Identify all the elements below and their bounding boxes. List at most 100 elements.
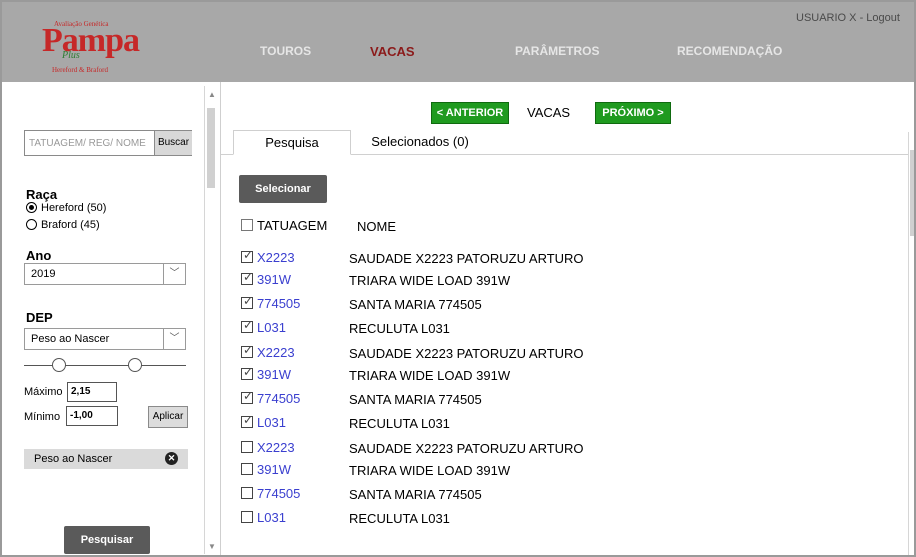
row-name: SANTA MARIA 774505	[349, 392, 482, 407]
row-name: TRIARA WIDE LOAD 391W	[349, 463, 511, 478]
row-checkbox[interactable]	[241, 272, 253, 285]
select-all-checkbox[interactable]	[241, 219, 253, 231]
row-tag-link[interactable]: 391W	[241, 367, 291, 382]
sidebar-scrollbar[interactable]: ▲ ▼	[204, 86, 216, 554]
nav-recomendacao[interactable]: RECOMENDAÇÃO	[677, 44, 782, 58]
row-tag-text[interactable]: X2223	[257, 440, 295, 455]
row-checkbox[interactable]	[241, 415, 253, 428]
row-tag-text[interactable]: 774505	[257, 296, 300, 311]
search-box: Buscar	[24, 130, 192, 156]
row-tag-link[interactable]: L031	[241, 320, 286, 335]
remove-filter-icon[interactable]: ✕	[165, 452, 178, 465]
max-value-input[interactable]: 2,15	[67, 382, 117, 402]
column-header-tatuagem[interactable]: TATUAGEM	[241, 218, 327, 233]
row-tag-link[interactable]: 774505	[241, 486, 300, 501]
app-window: Pampa Avaliação Genética Plus Hereford &…	[0, 0, 916, 557]
dep-title: DEP	[26, 310, 53, 325]
tab-selecionados[interactable]: Selecionados (0)	[355, 130, 485, 155]
apply-button[interactable]: Aplicar	[148, 406, 188, 428]
row-checkbox[interactable]	[241, 391, 253, 404]
dep-range-slider[interactable]	[24, 358, 186, 372]
row-name: SAUDADE X2223 PATORUZU ARTURO	[349, 346, 584, 361]
user-logout-link[interactable]: USUARIO X - Logout	[796, 12, 900, 24]
row-name: RECULUTA L031	[349, 511, 450, 526]
row-name: TRIARA WIDE LOAD 391W	[349, 368, 511, 383]
row-checkbox[interactable]	[241, 441, 253, 453]
chevron-down-icon[interactable]: ﹀	[163, 264, 185, 284]
header-bar: Pampa Avaliação Genética Plus Hereford &…	[2, 2, 914, 82]
radio-selected-icon[interactable]	[26, 202, 37, 213]
row-tag-text[interactable]: L031	[257, 320, 286, 335]
row-tag-link[interactable]: L031	[241, 415, 286, 430]
row-checkbox[interactable]	[241, 367, 253, 380]
table-row: 391W TRIARA WIDE LOAD 391W	[241, 367, 741, 387]
row-tag-link[interactable]: X2223	[241, 250, 295, 265]
table-row: 391W TRIARA WIDE LOAD 391W	[241, 462, 741, 482]
next-button[interactable]: PRÓXIMO >	[595, 102, 671, 124]
row-tag-text[interactable]: 391W	[257, 462, 291, 477]
active-filter-tag: Peso ao Nascer ✕	[24, 449, 188, 469]
min-value-input[interactable]: -1,00	[66, 406, 118, 426]
row-checkbox[interactable]	[241, 320, 253, 333]
logo-top-text: Avaliação Genética	[54, 20, 109, 28]
scroll-up-icon[interactable]: ▲	[208, 90, 216, 99]
radio-hereford[interactable]: Hereford (50)	[26, 202, 106, 214]
slider-max-handle[interactable]	[127, 358, 142, 372]
row-tag-text[interactable]: 391W	[257, 367, 291, 382]
row-tag-text[interactable]: 391W	[257, 272, 291, 287]
nav-vacas[interactable]: VACAS	[370, 44, 415, 59]
row-tag-link[interactable]: X2223	[241, 440, 295, 455]
section-label: VACAS	[527, 105, 571, 120]
row-tag-text[interactable]: 774505	[257, 391, 300, 406]
row-tag-text[interactable]: 774505	[257, 486, 300, 501]
row-checkbox[interactable]	[241, 345, 253, 358]
scrollbar-thumb[interactable]	[207, 108, 215, 188]
row-tag-link[interactable]: 391W	[241, 272, 291, 287]
filter-sidebar: ▲ ▼ Buscar Raça Hereford (50) Braford (4…	[2, 82, 220, 555]
results-scrollbar[interactable]	[908, 132, 914, 555]
row-tag-text[interactable]: X2223	[257, 345, 295, 360]
row-checkbox[interactable]	[241, 487, 253, 499]
row-name: SANTA MARIA 774505	[349, 297, 482, 312]
row-name: SAUDADE X2223 PATORUZU ARTURO	[349, 251, 584, 266]
row-tag-link[interactable]: 774505	[241, 391, 300, 406]
radio-hereford-label: Hereford (50)	[41, 202, 107, 214]
nav-parametros[interactable]: PARÂMETROS	[515, 44, 599, 58]
pesquisar-button[interactable]: Pesquisar	[64, 526, 150, 554]
scrollbar-thumb[interactable]	[910, 150, 914, 236]
nav-touros[interactable]: TOUROS	[260, 44, 311, 58]
row-checkbox[interactable]	[241, 250, 253, 263]
table-row: L031 RECULUTA L031	[241, 415, 741, 435]
chevron-down-icon[interactable]: ﹀	[163, 329, 185, 349]
min-label: Mínimo	[24, 411, 61, 423]
row-checkbox[interactable]	[241, 511, 253, 523]
ano-title: Ano	[26, 248, 52, 263]
scroll-down-icon[interactable]: ▼	[208, 542, 216, 551]
row-tag-text[interactable]: L031	[257, 510, 286, 525]
slider-min-handle[interactable]	[52, 358, 67, 372]
row-tag-link[interactable]: 391W	[241, 462, 291, 477]
dep-select[interactable]: Peso ao Nascer ﹀	[24, 328, 186, 350]
radio-braford[interactable]: Braford (45)	[26, 219, 100, 231]
row-tag-link[interactable]: L031	[241, 510, 286, 525]
active-filter-label: Peso ao Nascer	[34, 453, 113, 465]
radio-unselected-icon[interactable]	[26, 219, 37, 230]
logo[interactable]: Pampa Avaliação Genética Plus Hereford &…	[32, 20, 144, 80]
row-tag-text[interactable]: X2223	[257, 250, 295, 265]
ano-select[interactable]: 2019 ﹀	[24, 263, 186, 285]
row-tag-text[interactable]: L031	[257, 415, 286, 430]
row-tag-link[interactable]: 774505	[241, 296, 300, 311]
tab-pesquisa[interactable]: Pesquisa	[233, 130, 351, 155]
row-checkbox[interactable]	[241, 463, 253, 475]
column-header-nome: NOME	[357, 219, 396, 234]
search-button[interactable]: Buscar	[154, 131, 192, 155]
logo-plus: Plus	[62, 50, 80, 61]
previous-button[interactable]: < ANTERIOR	[431, 102, 509, 124]
raca-title: Raça	[26, 187, 58, 202]
row-tag-link[interactable]: X2223	[241, 345, 295, 360]
row-checkbox[interactable]	[241, 296, 253, 309]
table-row: L031 RECULUTA L031	[241, 320, 741, 340]
search-input[interactable]	[29, 135, 153, 151]
selecionar-button[interactable]: Selecionar	[239, 175, 327, 203]
max-label: Máximo	[24, 386, 63, 398]
